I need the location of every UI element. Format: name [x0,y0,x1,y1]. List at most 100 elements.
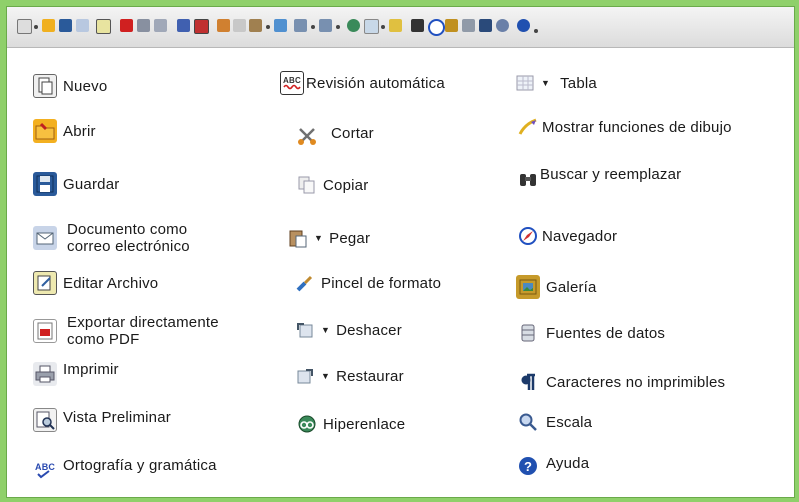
table-icon [513,71,537,95]
gallery-image-icon [516,275,540,299]
data-sources-icon[interactable] [462,19,475,32]
legend-label: Navegador [542,227,618,245]
legend-item-nuevo: Nuevo [33,74,107,98]
legend-item-deshacer: ▼ Deshacer [293,318,402,342]
legend-item-pegar: ▼ Pegar [286,226,370,250]
save-disk-icon [33,172,57,196]
new-document-icon[interactable] [17,19,32,34]
copy-icon[interactable] [233,19,246,32]
legend-label: Buscar y reemplazar [540,165,682,183]
dropdown-arrow-icon[interactable]: ▼ [314,233,323,243]
legend-label: Fuentes de datos [546,324,666,342]
legend-label: Revisión automática [306,74,445,92]
navigator-compass-icon [516,224,540,248]
email-document-icon [33,226,57,250]
redo-icon[interactable] [319,19,332,32]
print-preview-icon [33,408,57,432]
svg-text:ABC: ABC [283,76,301,85]
scissors-icon[interactable] [217,19,230,32]
email-document-icon[interactable] [76,19,89,32]
open-folder-icon [33,119,57,143]
legend-item-cortar: Cortar [295,124,374,148]
help-icon[interactable] [517,19,530,32]
dropdown-arrow-icon[interactable]: ▼ [541,78,550,88]
pdf-export-icon[interactable] [120,19,133,32]
dropdown-arrow-icon[interactable] [34,25,38,29]
drawing-pencil-icon [516,115,540,139]
auto-spellcheck-icon[interactable] [194,19,209,34]
toolbar-overflow-icon[interactable] [534,29,538,33]
legend-label: Abrir [63,122,96,140]
legend-item-guardar: Guardar [33,172,119,196]
undo-icon[interactable] [294,19,307,32]
legend-item-copiar: Copiar [295,173,368,197]
legend-label: Cortar [331,124,374,142]
data-sources-icon [516,321,540,345]
legend-item-exportar-pdf: Exportar directamente como PDF [33,314,219,348]
toolbar-legend-panel: Nuevo Abrir Guardar Documento como corre… [6,6,795,498]
pilcrow-icon [516,370,540,394]
paste-icon [286,226,310,250]
help-icon: ? [516,454,540,478]
printer-icon[interactable] [137,19,150,32]
legend-item-revision-automatica: ABC Revisión automática [280,71,445,95]
dropdown-arrow-icon[interactable] [336,25,340,29]
dropdown-arrow-icon[interactable]: ▼ [321,371,330,381]
printer-icon [33,362,57,386]
legend-label: Hiperenlace [323,415,406,433]
copy-icon [295,173,319,197]
legend-label: Guardar [63,175,120,193]
table-icon[interactable] [364,19,379,34]
binoculars-icon[interactable] [411,19,424,32]
legend-label: Copiar [323,176,369,194]
legend-label: Restaurar [336,367,404,385]
legend-item-ayuda: ? Ayuda [516,454,589,478]
undo-icon [293,318,317,342]
legend-label: Vista Preliminar [63,408,171,426]
dropdown-arrow-icon[interactable]: ▼ [321,325,330,335]
dropdown-arrow-icon[interactable] [266,25,270,29]
legend-item-editar-archivo: Editar Archivo [33,271,158,295]
legend-label: Caracteres no imprimibles [546,373,726,391]
gallery-image-icon[interactable] [445,19,458,32]
standard-toolbar [7,7,794,48]
legend-item-pincel-formato: Pincel de formato [293,271,441,295]
redo-icon [293,364,317,388]
new-document-icon [33,74,57,98]
legend-label: Documento como correo electrónico [67,221,190,255]
legend-label: Galería [546,278,597,296]
legend-item-navegador: Navegador [516,224,617,248]
paste-icon[interactable] [249,19,262,32]
save-disk-icon[interactable] [59,19,72,32]
legend-label: Pegar [329,229,371,247]
drawing-pencil-icon[interactable] [389,19,402,32]
legend-item-hiperenlace: Hiperenlace [295,412,405,436]
dropdown-arrow-icon[interactable] [381,25,385,29]
open-folder-icon[interactable] [42,19,55,32]
legend-item-fuentes-datos: Fuentes de datos [516,321,665,345]
legend-item-imprimir: Imprimir [33,360,119,386]
spellcheck-icon[interactable] [177,19,190,32]
zoom-magnifier-icon[interactable] [496,19,509,32]
legend-label: Ayuda [546,454,590,472]
legend-item-caracteres-no-imprimibles: Caracteres no imprimibles [516,370,725,394]
binoculars-icon [516,167,540,191]
hyperlink-globe-icon [295,412,319,436]
dropdown-arrow-icon[interactable] [311,25,315,29]
legend-item-buscar-reemplazar: Buscar y reemplazar [516,165,682,191]
legend-label: Mostrar funciones de dibujo [542,118,732,136]
legend-label: Imprimir [63,360,119,378]
pilcrow-icon[interactable] [479,19,492,32]
format-paintbrush-icon[interactable] [274,19,287,32]
legend-label: Deshacer [336,321,402,339]
legend-item-vista-preliminar: Vista Preliminar [33,408,171,432]
legend-label: Nuevo [63,77,108,95]
navigator-compass-icon[interactable] [428,19,445,36]
legend-item-ortografia: ABC Ortografía y gramática [33,456,217,480]
edit-file-icon[interactable] [96,19,111,34]
print-preview-icon[interactable] [154,19,167,32]
edit-file-icon [33,271,57,295]
legend-item-abrir: Abrir [33,119,96,143]
legend-label: Escala [546,413,593,431]
hyperlink-globe-icon[interactable] [347,19,360,32]
